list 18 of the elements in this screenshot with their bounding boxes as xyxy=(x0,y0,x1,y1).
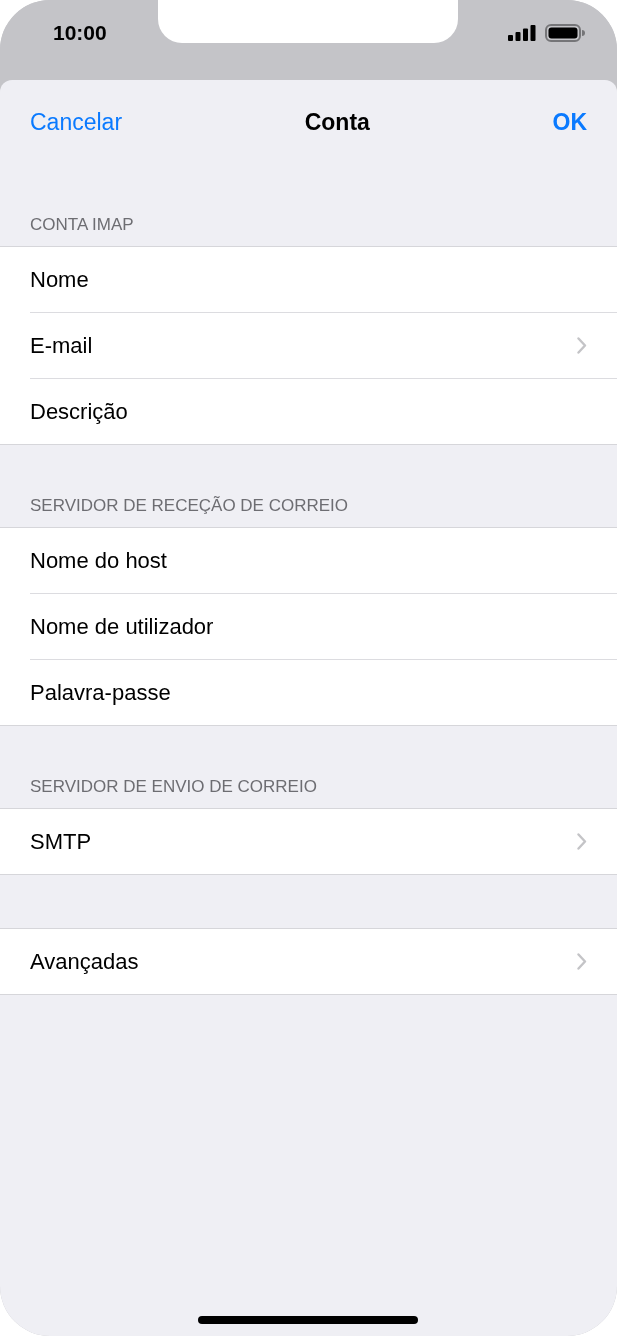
section-header: SERVIDOR DE ENVIO DE CORREIO xyxy=(30,776,317,798)
clock-time: 10:00 xyxy=(53,21,107,45)
row-label: Nome do host xyxy=(30,547,167,574)
row-label: E-mail xyxy=(30,332,93,359)
row-label: Avançadas xyxy=(30,948,139,975)
row-label: Nome xyxy=(30,266,89,293)
signal-icon xyxy=(508,25,536,41)
battery-icon xyxy=(545,24,585,42)
section-header: CONTA IMAP xyxy=(30,214,134,236)
row-label: Descrição xyxy=(30,398,128,425)
section-header: SERVIDOR DE RECEÇÃO DE CORREIO xyxy=(30,495,349,517)
ok-button[interactable]: OK xyxy=(552,108,587,136)
screen-title: Conta xyxy=(304,108,370,136)
row-label: Nome de utilizador xyxy=(30,613,214,640)
cancel-button[interactable]: Cancelar xyxy=(30,108,123,136)
row-label: Palavra-passe xyxy=(30,679,171,706)
row-label: SMTP xyxy=(30,828,92,855)
home-indicator[interactable] xyxy=(198,1316,418,1324)
